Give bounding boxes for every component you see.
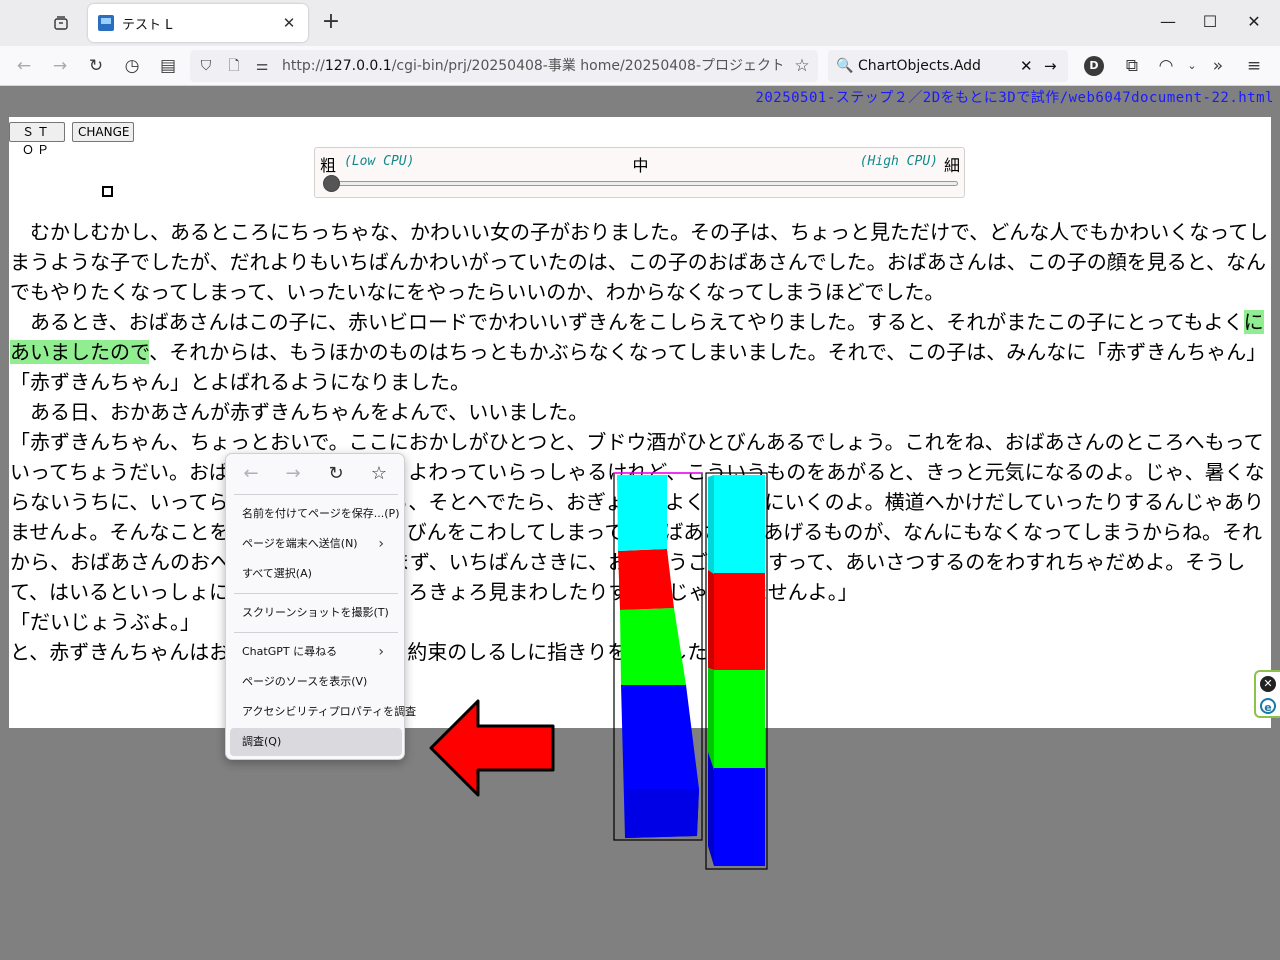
menu-item-view-source[interactable]: ページのソースを表示(V) [230, 668, 402, 696]
search-clear-icon[interactable]: ✕ [1020, 50, 1033, 82]
context-menu: ← → ↻ ☆ 名前を付けてページを保存...(P) ページを端末へ送信(N) ›… [225, 453, 416, 760]
menu-divider [234, 593, 398, 594]
navigation-toolbar: ← → ↻ ◷ ▤ ⛉ 🗋 ⚌ http://127.0.0.1/cgi-bin… [0, 46, 1280, 86]
story-text: むかしむかし、あるところにちっちゃな、かわいい女の子がおりました。その子は、ちょ… [10, 217, 1272, 667]
new-tab-button[interactable]: + [318, 10, 344, 36]
chevron-down-icon[interactable]: ⌄ [1178, 52, 1206, 80]
shield-icon[interactable]: ⛉ [194, 52, 218, 80]
menu-item-inspect[interactable]: 調査(Q) [230, 728, 402, 756]
forward-button[interactable]: → [46, 52, 74, 80]
page-content: ＳＴＯＰ CHANGE 粗 (Low CPU) 中 (High CPU) 細 む… [9, 117, 1271, 728]
widget-e-icon[interactable]: e [1260, 698, 1276, 714]
menu-item-save-page[interactable]: 名前を付けてページを保存...(P) [230, 500, 402, 528]
red-arrow-annotation [429, 699, 555, 797]
sidebar-icon[interactable]: ▤ [154, 52, 182, 80]
ctx-forward-icon[interactable]: → [278, 460, 308, 488]
resolution-slider-panel: 粗 (Low CPU) 中 (High CPU) 細 [314, 147, 965, 198]
resolution-slider-thumb[interactable] [323, 175, 340, 192]
menu-item-label: 調査(Q) [242, 735, 282, 748]
menu-item-select-all[interactable]: すべて選択(A) [230, 560, 402, 588]
menu-item-ask-chatgpt[interactable]: ChatGPT に尋ねる › [230, 638, 402, 666]
slider-fine-label: 細 [943, 156, 960, 175]
menu-item-send-to-device[interactable]: ページを端末へ送信(N) › [230, 530, 402, 558]
search-icon: 🔍 [836, 58, 854, 74]
hamburger-menu-icon[interactable]: ≡ [1240, 52, 1268, 80]
menu-item-label: スクリーンショットを撮影(T) [242, 606, 389, 619]
menu-item-label: 名前を付けてページを保存...(P) [242, 507, 400, 520]
page-info-icon[interactable]: 🗋 [222, 52, 246, 80]
menu-item-label: ページのソースを表示(V) [242, 675, 368, 688]
profile-avatar[interactable]: D [1084, 56, 1104, 76]
menu-divider [234, 494, 398, 495]
search-input[interactable]: ChartObjects.Add [858, 50, 981, 82]
red-arrow-shape [429, 699, 555, 797]
menu-item-label: すべて選択(A) [242, 567, 312, 580]
tab-title: テスト L [122, 17, 173, 33]
story-paragraph: ある日、おかあさんが赤ずきんちゃんをよんで、いいました。 [10, 400, 589, 424]
url-host: 127.0.0.1 [324, 58, 392, 74]
story-paragraph: むかしむかし、あるところにちっちゃな、かわいい女の子がおりました。その子は、ちょ… [10, 220, 1269, 304]
minimize-button[interactable]: — [1148, 8, 1188, 36]
bookmark-star-icon[interactable]: ☆ [790, 52, 814, 80]
back-button[interactable]: ← [10, 52, 38, 80]
window-close-button[interactable]: ✕ [1234, 8, 1274, 36]
widget-close-icon[interactable]: ✕ [1260, 676, 1276, 692]
story-text-run: あるとき、おばあさんはこの子に、赤いビロードでかわいいずきんをこしらえてやりまし… [10, 310, 1244, 334]
menu-item-label: ChatGPT に尋ねる [242, 645, 338, 658]
tab-favicon-icon [98, 15, 114, 31]
overflow-chevrons-icon[interactable]: » [1204, 52, 1232, 80]
ctx-bookmark-star-icon[interactable]: ☆ [364, 460, 394, 488]
reload-button[interactable]: ↻ [82, 52, 110, 80]
small-square-marker [102, 186, 113, 197]
extensions-icon[interactable]: ⧉ [1118, 52, 1146, 80]
submenu-chevron-icon: › [378, 644, 384, 660]
ctx-reload-icon[interactable]: ↻ [321, 460, 351, 488]
context-menu-nav: ← → ↻ ☆ [226, 454, 406, 494]
active-tab[interactable]: テスト L ✕ [88, 4, 308, 42]
menu-divider [234, 632, 398, 633]
side-widget: ✕ e [1254, 670, 1280, 718]
url-bar[interactable]: ⛉ 🗋 ⚌ http://127.0.0.1/cgi-bin/prj/20250… [190, 50, 818, 82]
tab-list-button[interactable] [46, 9, 76, 37]
menu-item-label: アクセシビリティプロパティを調査 [242, 705, 417, 718]
submenu-chevron-icon: › [378, 536, 384, 552]
ctx-back-icon[interactable]: ← [236, 460, 266, 488]
permissions-icon[interactable]: ⚌ [250, 52, 274, 80]
menu-item-inspect-accessibility[interactable]: アクセシビリティプロパティを調査 [230, 698, 416, 726]
story-paragraph: と、赤ずきんちゃんはおかあさんにいって、約束のしるしに指きりをしました。 [10, 637, 1272, 667]
change-button[interactable]: CHANGE [72, 122, 134, 142]
slider-high-cpu-label: (High CPU) [859, 154, 938, 169]
story-paragraph: あるとき、おばあさんはこの子に、赤いビロードでかわいいずきんをこしらえてやりまし… [10, 307, 1272, 397]
headphones-icon[interactable]: ◠ [1152, 52, 1180, 80]
page-viewport: 20250501-ステップ２／2Dをもとに3Dで試作/web6047docume… [0, 87, 1280, 960]
history-icon[interactable]: ◷ [118, 52, 146, 80]
menu-item-screenshot[interactable]: スクリーンショットを撮影(T) [230, 599, 402, 627]
url-scheme: http:// [282, 58, 325, 74]
story-text-run: 、それからは、もうほかのものはちっともかぶらなくなってしまいました。それで、この… [10, 340, 1267, 394]
story-paragraph: 「だいじょうぶよ。」 [10, 610, 200, 634]
resolution-slider-track[interactable] [327, 181, 958, 186]
story-paragraph: 「赤ずきんちゃん、ちょっとおいで。ここにおかしがひとつと、ブドウ酒がひとびんある… [10, 430, 1265, 604]
maximize-button[interactable]: ☐ [1190, 8, 1230, 36]
stop-button[interactable]: ＳＴＯＰ [9, 122, 65, 157]
tab-close-icon[interactable]: ✕ [280, 14, 298, 32]
url-path: /cgi-bin/prj/20250408-事業 home/20250408-プ… [391, 58, 782, 74]
search-bar[interactable]: 🔍 ChartObjects.Add ✕ → [828, 50, 1068, 82]
search-go-icon[interactable]: → [1044, 50, 1057, 82]
tab-bar: テスト L ✕ + — ☐ ✕ [0, 0, 1280, 46]
menu-item-label: ページを端末へ送信(N) [242, 537, 358, 550]
document-path: 20250501-ステップ２／2Dをもとに3Dで試作/web6047docume… [755, 90, 1274, 106]
tab-list-icon [54, 16, 68, 30]
url-text[interactable]: http://127.0.0.1/cgi-bin/prj/20250408-事業… [282, 50, 782, 82]
